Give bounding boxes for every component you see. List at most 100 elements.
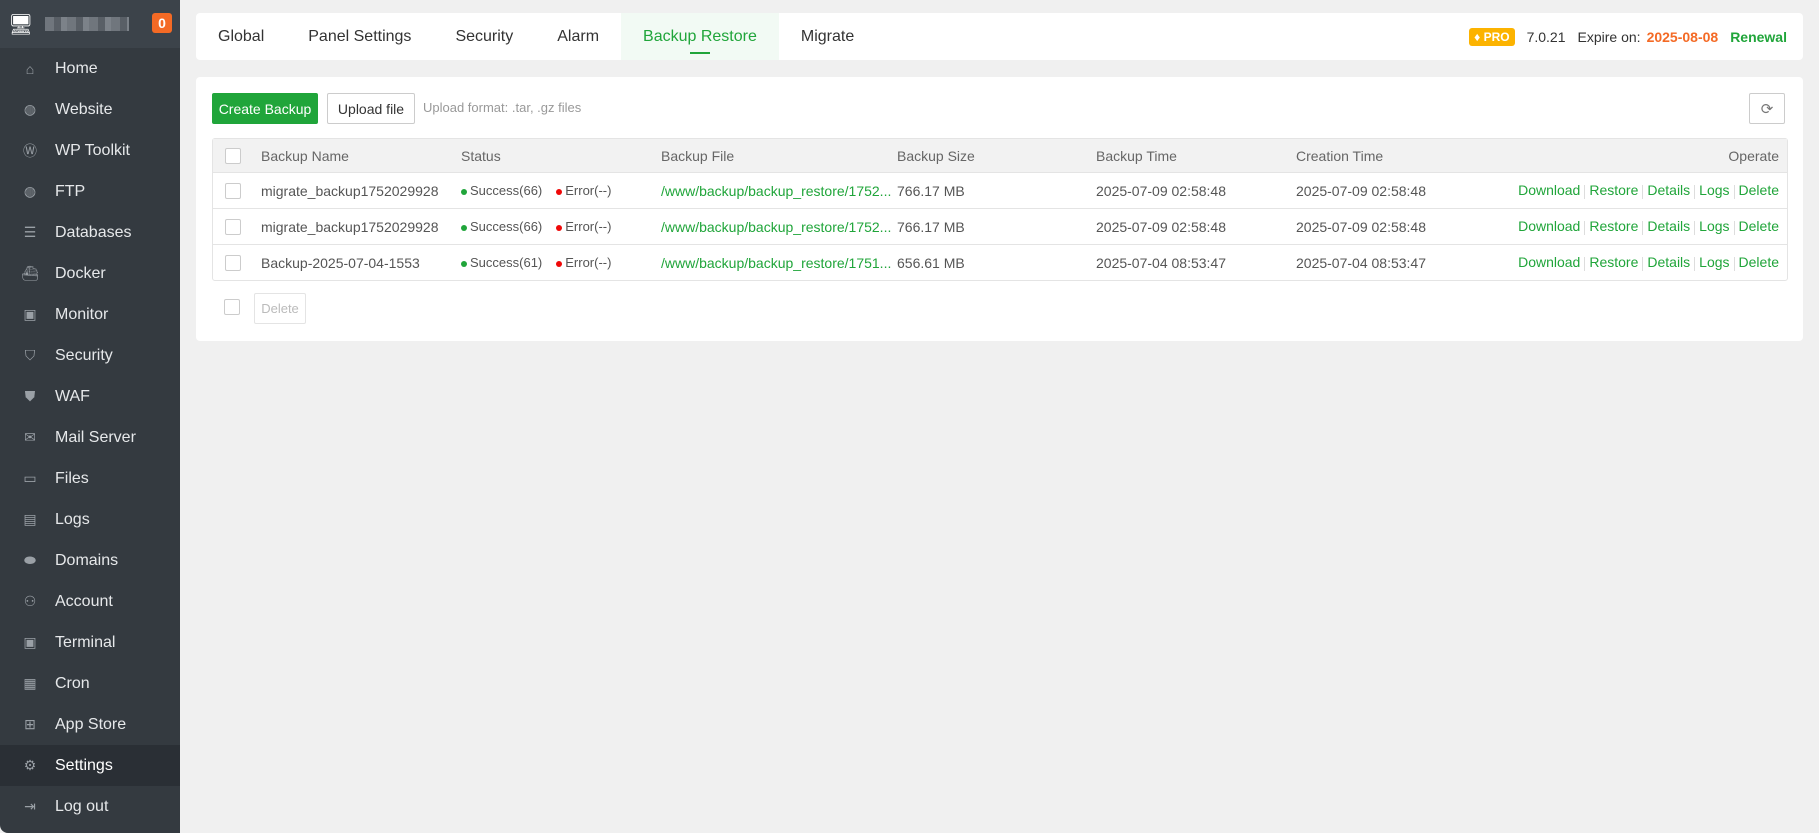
details-link[interactable]: Details — [1647, 182, 1690, 198]
sidebar-item-account[interactable]: ⚇ Account — [0, 581, 180, 622]
sidebar-item-label: Settings — [55, 756, 113, 774]
row-operations: Download Restore Details Logs Delete — [1518, 254, 1779, 271]
sidebar-item-files[interactable]: ▭ Files — [0, 458, 180, 499]
download-link[interactable]: Download — [1518, 254, 1580, 270]
separator — [1694, 184, 1696, 199]
sidebar-item-label: Log out — [55, 797, 109, 815]
sidebar-item-label: Docker — [55, 264, 106, 282]
sidebar-item-label: Cron — [55, 674, 90, 692]
logs-link[interactable]: Logs — [1699, 182, 1729, 198]
sidebar-item-label: Monitor — [55, 305, 109, 323]
notification-badge[interactable]: 0 — [152, 13, 172, 33]
tab-security[interactable]: Security — [433, 13, 535, 60]
restore-link[interactable]: Restore — [1589, 182, 1638, 198]
sidebar-item-label: Mail Server — [55, 428, 136, 446]
sidebar: 🖥 0 ⌂ Home ◍ Website Ⓦ WP Toolkit ◍ FTP ☰ Databas… — [0, 0, 180, 833]
delete-link[interactable]: Delete — [1739, 218, 1779, 234]
ftp-icon: ◍ — [23, 183, 37, 199]
separator — [1733, 220, 1735, 235]
select-all-checkbox[interactable] — [225, 147, 241, 164]
tab-global[interactable]: Global — [196, 13, 286, 60]
tab-migrate[interactable]: Migrate — [779, 13, 876, 60]
backup-file-link[interactable]: /www/backup/backup_restore/1752... — [661, 183, 891, 199]
success-dot-icon — [461, 260, 467, 267]
expire-label: Expire on: — [1577, 28, 1641, 45]
header-creation-time: Creation Time — [1296, 147, 1384, 164]
sidebar-item-label: Account — [55, 592, 113, 610]
wordpress-icon: Ⓦ — [23, 142, 37, 159]
error-dot-icon — [556, 188, 563, 195]
upload-file-button[interactable]: Upload file — [327, 93, 415, 124]
backup-time: 2025-07-09 02:58:48 — [1096, 218, 1226, 235]
backup-name: Backup-2025-07-04-1553 — [261, 254, 420, 271]
sidebar-item-label: App Store — [55, 715, 127, 733]
tab-backup-restore[interactable]: Backup Restore — [621, 13, 779, 60]
sidebar-item-mail-server[interactable]: ✉ Mail Server — [0, 417, 180, 458]
sidebar-item-waf[interactable]: ⛊ WAF — [0, 376, 180, 417]
row-checkbox[interactable] — [225, 182, 241, 199]
refresh-button[interactable]: ⟳ — [1749, 93, 1785, 124]
download-link[interactable]: Download — [1518, 218, 1580, 234]
header-operate: Operate — [1728, 147, 1779, 164]
calendar-icon: ▦ — [23, 675, 37, 691]
sidebar-item-terminal[interactable]: ▣ Terminal — [0, 622, 180, 663]
row-checkbox[interactable] — [225, 218, 241, 235]
footer-select-checkbox[interactable] — [224, 299, 240, 315]
sidebar-item-log-out[interactable]: ⇥ Log out — [0, 786, 180, 827]
renewal-link[interactable]: Renewal — [1730, 29, 1787, 45]
sidebar-item-settings[interactable]: ⚙ Settings — [0, 745, 180, 786]
backup-file-link[interactable]: /www/backup/backup_restore/1751... — [661, 255, 891, 271]
tab-panel-settings[interactable]: Panel Settings — [286, 13, 433, 60]
row-checkbox[interactable] — [225, 254, 241, 271]
sidebar-item-docker[interactable]: ⛴ Docker — [0, 253, 180, 294]
restore-link[interactable]: Restore — [1589, 218, 1638, 234]
home-icon: ⌂ — [25, 60, 35, 77]
version: 7.0.21 — [1526, 28, 1566, 45]
backup-size: 656.61 MB — [897, 254, 965, 271]
download-link[interactable]: Download — [1518, 182, 1580, 198]
error-dot-icon — [556, 260, 563, 267]
upload-format-hint: Upload format: .tar, .gz files — [423, 100, 582, 115]
sidebar-item-home[interactable]: ⌂ Home — [0, 48, 180, 89]
header-status: Status — [461, 147, 501, 164]
batch-delete-button[interactable]: Delete — [254, 293, 306, 324]
status: Success(61) Error(--) — [461, 255, 611, 270]
sidebar-item-label: Domains — [55, 551, 119, 569]
error-count: Error(--) — [565, 255, 612, 270]
sidebar-item-label: Home — [55, 59, 98, 77]
details-link[interactable]: Details — [1647, 218, 1690, 234]
separator — [1584, 220, 1586, 235]
users-icon: ⚇ — [23, 593, 37, 609]
sidebar-item-domains[interactable]: ⬬ Domains — [0, 540, 180, 581]
sidebar-item-databases[interactable]: ☰ Databases — [0, 212, 180, 253]
sidebar-item-logs[interactable]: ▤ Logs — [0, 499, 180, 540]
restore-link[interactable]: Restore — [1589, 254, 1638, 270]
expire-date: 2025-08-08 — [1646, 28, 1719, 45]
delete-link[interactable]: Delete — [1739, 254, 1779, 270]
error-dot-icon — [556, 224, 563, 231]
sidebar-item-app-store[interactable]: ⊞ App Store — [0, 704, 180, 745]
row-operations: Download Restore Details Logs Delete — [1518, 218, 1779, 235]
sidebar-item-wp-toolkit[interactable]: Ⓦ WP Toolkit — [0, 130, 180, 171]
sidebar-item-ftp[interactable]: ◍ FTP — [0, 171, 180, 212]
sidebar-item-monitor[interactable]: ▣ Monitor — [0, 294, 180, 335]
header-backup-file: Backup File — [661, 147, 735, 164]
create-backup-button[interactable]: Create Backup — [212, 93, 318, 124]
sidebar-item-website[interactable]: ◍ Website — [0, 89, 180, 130]
tab-alarm[interactable]: Alarm — [535, 13, 621, 60]
gear-icon: ⚙ — [23, 757, 37, 773]
details-link[interactable]: Details — [1647, 254, 1690, 270]
success-dot-icon — [461, 224, 467, 231]
backup-file-link[interactable]: /www/backup/backup_restore/1752... — [661, 219, 891, 235]
backup-time: 2025-07-04 08:53:47 — [1096, 254, 1226, 271]
success-count: Success(66) — [470, 183, 543, 198]
logs-link[interactable]: Logs — [1699, 218, 1729, 234]
sidebar-item-cron[interactable]: ▦ Cron — [0, 663, 180, 704]
delete-link[interactable]: Delete — [1739, 182, 1779, 198]
sidebar-item-security[interactable]: ⛉ Security — [0, 335, 180, 376]
status: Success(66) Error(--) — [461, 219, 611, 234]
logs-icon: ▤ — [23, 511, 37, 527]
separator — [1733, 256, 1735, 271]
logs-link[interactable]: Logs — [1699, 254, 1729, 270]
sidebar-item-label: Terminal — [55, 633, 116, 651]
